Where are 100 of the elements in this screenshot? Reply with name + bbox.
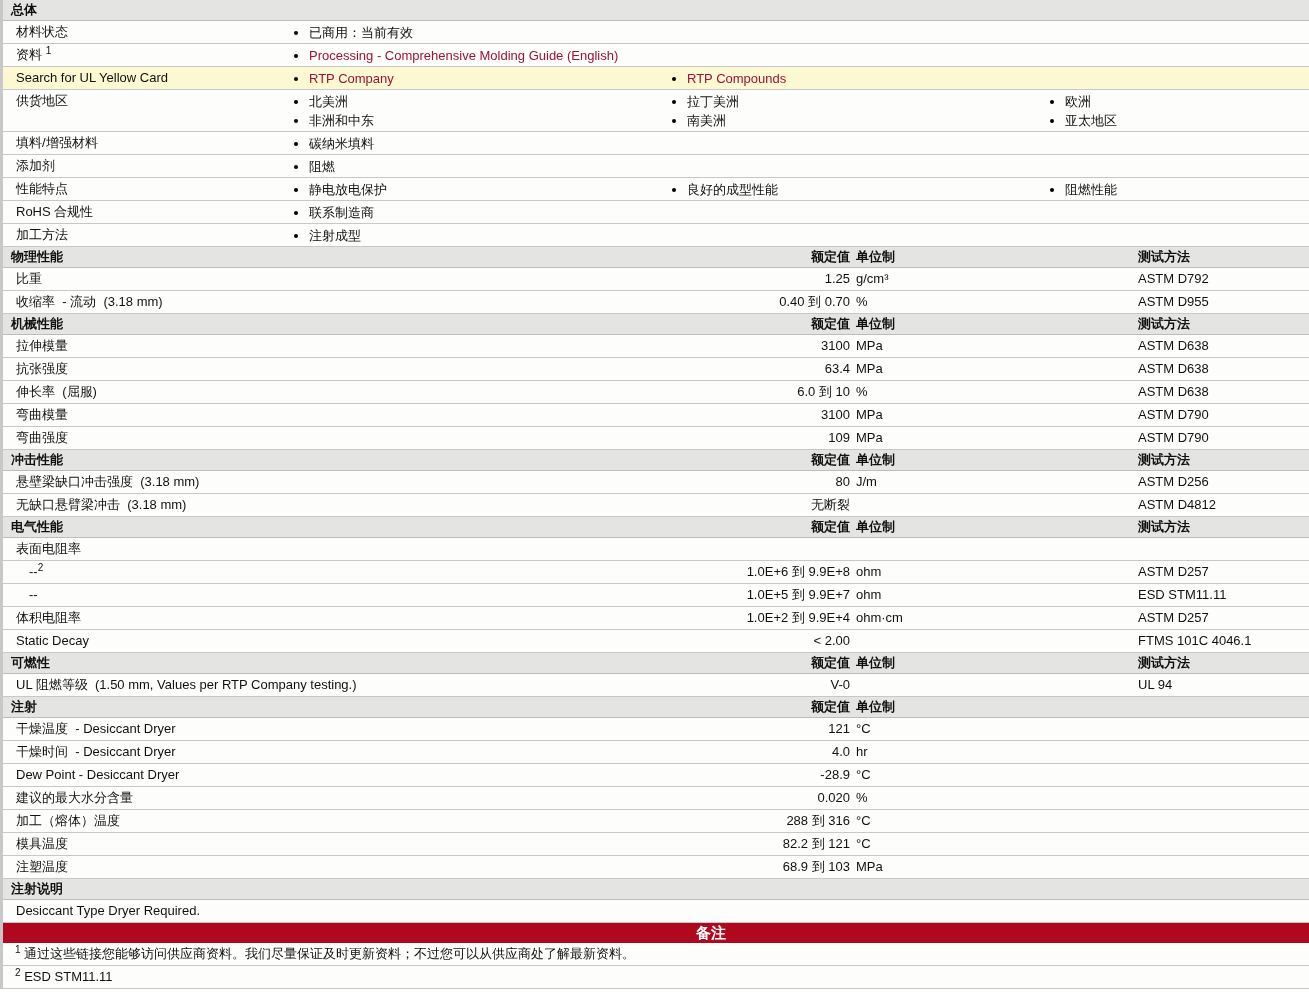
table-cell: ASTM D4812 <box>1138 497 1217 512</box>
column-heading: 单位制 <box>856 519 895 534</box>
table-cell: 288 到 316 <box>786 813 850 828</box>
property-label: Dew Point - Desiccant Dryer <box>15 767 181 783</box>
column-heading: 单位制 <box>856 699 895 714</box>
property-label: 弯曲模量 <box>15 407 69 423</box>
property-label: 弯曲强度 <box>15 430 69 446</box>
table-cell: MPa <box>856 407 883 422</box>
bullet-icon <box>294 30 298 35</box>
bullet-icon <box>672 187 676 192</box>
list-item: 亚太地区 <box>1065 112 1117 129</box>
note-text: Desiccant Type Dryer Required. <box>15 903 200 919</box>
property-label: -- <box>28 587 39 603</box>
property-label: 悬壁梁缺口冲击强度 (3.18 mm) <box>15 474 201 490</box>
link[interactable]: Processing - Comprehensive Molding Guide (English) <box>309 47 619 64</box>
list-item: 阻燃 <box>309 158 335 175</box>
section-title: 总体 <box>9 2 37 18</box>
footnote: $^{1}$ 通过这些链接您能够访问供应商资料。我们尽量保证及时更新资料；不过您可以从供应商处了解最新资料。 <box>14 946 636 962</box>
footnote: $^{2}$ ESD STM11.11 <box>14 969 113 985</box>
table-cell: 63.4 <box>824 361 850 376</box>
table-cell: 1.0E+2 到 9.9E+4 <box>746 610 850 625</box>
column-heading: 额定值 <box>811 316 850 331</box>
table-cell: ASTM D790 <box>1138 407 1209 422</box>
property-label: --$^{2}$ <box>28 564 45 580</box>
column-heading: 测试方法 <box>1138 655 1190 670</box>
property-label: RoHS 合规性 <box>15 203 95 220</box>
table-cell: 3100 <box>821 338 850 353</box>
list-item: 欧洲 <box>1065 93 1091 110</box>
bullet-icon <box>294 164 298 169</box>
bullet-icon <box>294 99 298 104</box>
table-cell: 无断裂 <box>811 497 850 512</box>
bullet-icon <box>294 53 298 58</box>
table-cell: MPa <box>856 859 883 874</box>
bullet-icon <box>294 210 298 215</box>
property-label: 建议的最大水分含量 <box>15 790 134 806</box>
list-item: 北美洲 <box>309 93 348 110</box>
table-cell: 1.25 <box>824 271 850 286</box>
column-heading: 单位制 <box>856 316 895 331</box>
notes-title: 备注 <box>696 925 726 941</box>
property-label: 比重 <box>15 271 43 287</box>
table-cell: 80 <box>835 474 850 489</box>
table-cell: ASTM D955 <box>1138 294 1209 309</box>
property-label: UL 阻燃等级 (1.50 mm, Values per RTP Company testing.) <box>15 677 358 693</box>
table-cell: ohm <box>856 587 882 602</box>
section-title: 可燃性 <box>10 655 51 671</box>
list-item: 南美洲 <box>687 112 726 129</box>
property-label: Search for UL Yellow Card <box>15 69 169 86</box>
section-title: 注射说明 <box>10 881 64 897</box>
property-label: 伸长率 (屈服) <box>15 384 98 400</box>
table-cell: V-0 <box>830 677 850 692</box>
table-cell: ohm <box>856 564 882 579</box>
bullet-icon <box>1050 118 1054 123</box>
property-label: 体积电阻率 <box>15 610 82 626</box>
bullet-icon <box>1050 99 1054 104</box>
table-cell: % <box>856 384 868 399</box>
property-label: 添加剂 <box>15 157 56 174</box>
table-cell: 4.0 <box>831 744 850 759</box>
list-item: 联系制造商 <box>309 204 374 221</box>
link[interactable]: RTP Company <box>309 70 394 87</box>
link[interactable]: RTP Compounds <box>687 70 787 87</box>
property-label: 资料 $^{1}$ <box>15 44 53 63</box>
property-label: 注塑温度 <box>15 859 69 875</box>
table-cell: % <box>856 790 868 805</box>
table-cell: J/m <box>856 474 877 489</box>
column-heading: 额定值 <box>811 519 850 534</box>
bullet-icon <box>294 141 298 146</box>
table-cell: ohm·cm <box>856 610 903 625</box>
table-cell: 1.0E+6 到 9.9E+8 <box>746 564 850 579</box>
property-label: 抗张强度 <box>15 361 69 377</box>
table-cell: ASTM D790 <box>1138 430 1209 445</box>
table-cell: MPa <box>856 430 883 445</box>
table-cell: 3100 <box>821 407 850 422</box>
section-title: 物理性能 <box>10 249 64 265</box>
list-item: 注射成型 <box>309 227 361 244</box>
property-label: Static Decay <box>15 633 90 649</box>
table-cell: MPa <box>856 338 883 353</box>
property-label: 干燥时间 - Desiccant Dryer <box>15 744 177 760</box>
table-cell: 0.020 <box>817 790 850 805</box>
property-label: 收缩率 - 流动 (3.18 mm) <box>15 294 164 310</box>
property-label: 干燥温度 - Desiccant Dryer <box>15 721 177 737</box>
bullet-icon <box>672 76 676 81</box>
bullet-icon <box>672 118 676 123</box>
table-cell: g/cm³ <box>856 271 889 286</box>
column-heading: 测试方法 <box>1138 316 1190 331</box>
table-cell: ASTM D256 <box>1138 474 1209 489</box>
table-cell: ASTM D638 <box>1138 338 1209 353</box>
section-title: 注射 <box>10 699 38 715</box>
table-cell: ESD STM11.11 <box>1138 587 1227 602</box>
table-cell: 121 <box>828 721 850 736</box>
column-heading: 单位制 <box>856 452 895 467</box>
property-label: 材料状态 <box>15 23 69 40</box>
table-cell: MPa <box>856 361 883 376</box>
column-heading: 单位制 <box>856 655 895 670</box>
property-label: 无缺口悬臂梁冲击 (3.18 mm) <box>15 497 188 513</box>
property-label: 表面电阻率 <box>15 541 82 557</box>
column-heading: 额定值 <box>811 655 850 670</box>
table-cell: 1.0E+5 到 9.9E+7 <box>746 587 850 602</box>
table-cell: °C <box>856 813 871 828</box>
bullet-icon <box>294 233 298 238</box>
table-cell: ASTM D257 <box>1138 564 1209 579</box>
